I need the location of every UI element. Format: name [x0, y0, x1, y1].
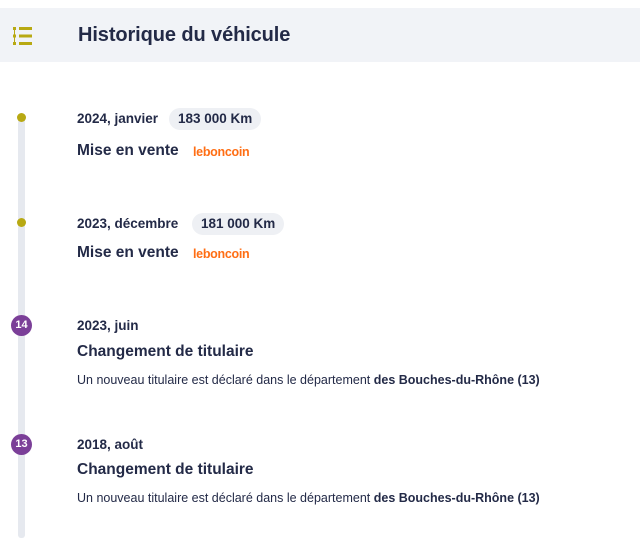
entry-title: Changement de titulaire — [77, 461, 254, 478]
timeline-dot — [17, 218, 26, 227]
leboncoin-logo: leboncoin — [193, 247, 250, 261]
owner-count-badge: 14 — [11, 315, 32, 336]
owner-count-badge: 13 — [11, 434, 32, 455]
department-name: des Bouches-du-Rhône (13) — [373, 373, 540, 387]
page-title: Historique du véhicule — [78, 24, 291, 46]
entry-title: Mise en vente — [77, 244, 179, 261]
leboncoin-logo: leboncoin — [193, 145, 250, 159]
description-text: Un nouveau titulaire est déclaré dans le… — [77, 491, 371, 505]
mileage-badge: 181 000 Km — [192, 213, 285, 235]
entry-date: 2023, juin — [77, 318, 139, 333]
timeline-list-icon — [13, 27, 32, 45]
entry-title: Changement de titulaire — [77, 343, 254, 360]
entry-title: Mise en vente — [77, 142, 179, 159]
section-header: Historique du véhicule — [0, 8, 640, 62]
mileage-badge: 183 000 Km — [169, 108, 262, 130]
department-name: des Bouches-du-Rhône (13) — [373, 491, 540, 505]
entry-date: 2018, août — [77, 437, 144, 452]
entry-date: 2023, décembre — [77, 216, 179, 231]
timeline-dot — [17, 113, 26, 122]
entry-description: Un nouveau titulaire est déclaré dans le… — [77, 490, 540, 506]
entry-date: 2024, janvier — [77, 111, 159, 126]
entry-description: Un nouveau titulaire est déclaré dans le… — [77, 372, 540, 388]
description-text: Un nouveau titulaire est déclaré dans le… — [77, 373, 371, 387]
